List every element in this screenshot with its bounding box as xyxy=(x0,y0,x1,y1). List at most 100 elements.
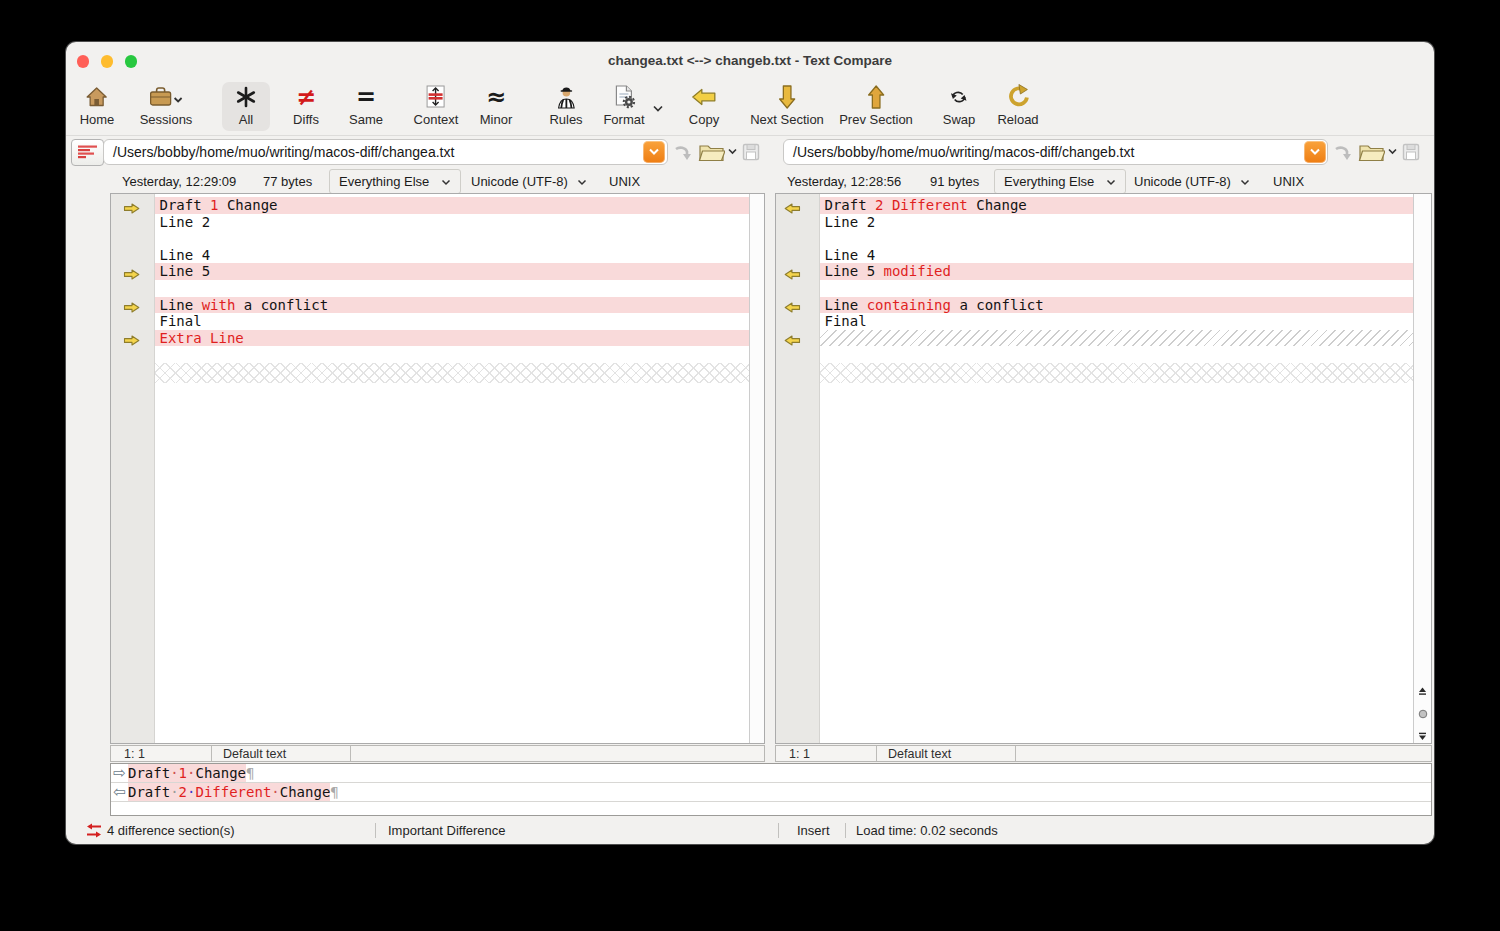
next-section-label: Next Section xyxy=(750,112,824,127)
chevron-down-icon xyxy=(441,179,451,186)
right-cursor-position: 1: 1 xyxy=(789,746,810,762)
window-title: changea.txt <--> changeb.txt - Text Comp… xyxy=(66,42,1434,78)
code-line: Line containing a conflict xyxy=(820,297,1414,314)
all-icon xyxy=(235,82,257,112)
code-line: Line 5 xyxy=(155,263,750,280)
left-encoding-dropdown[interactable]: Unicode (UTF-8) xyxy=(471,170,587,194)
scroll-to-last-diff-icon[interactable] xyxy=(1418,732,1427,741)
sessions-button[interactable]: Sessions xyxy=(140,82,193,127)
left-cursor-position: 1: 1 xyxy=(124,746,145,762)
left-line-ending: UNIX xyxy=(609,170,640,194)
format-icon xyxy=(603,82,644,112)
diffs-button[interactable]: ≠ Diffs xyxy=(293,82,319,127)
context-label: Context xyxy=(414,112,459,127)
right-path-text: /Users/bobby/home/muo/writing/macos-diff… xyxy=(793,144,1134,160)
swap-button[interactable]: Swap xyxy=(943,82,976,127)
all-label: All xyxy=(235,112,257,127)
chevron-down-icon xyxy=(1240,179,1250,186)
right-path-dropdown-button[interactable] xyxy=(1304,141,1326,163)
next-section-button[interactable]: Next Section xyxy=(750,82,824,127)
right-save-button[interactable] xyxy=(1400,141,1422,163)
next-section-icon xyxy=(750,82,824,112)
left-file-size: 77 bytes xyxy=(263,170,312,194)
folder-icon xyxy=(698,142,725,163)
left-missing-lines-hatch xyxy=(155,363,750,383)
right-browse-chevron-icon[interactable] xyxy=(1387,148,1398,156)
change-arrow-left-icon[interactable] xyxy=(784,299,801,310)
reload-button[interactable]: Reload xyxy=(997,82,1038,127)
copy-icon xyxy=(689,82,719,112)
left-path-dropdown-button[interactable] xyxy=(643,141,665,163)
detail-line: ⇨Draft·1·Change¶ xyxy=(111,764,1431,783)
sessions-label: Sessions xyxy=(140,112,193,127)
minor-label: Minor xyxy=(480,112,513,127)
curved-arrow-icon xyxy=(1333,142,1355,162)
left-path-input[interactable]: /Users/bobby/home/muo/writing/macos-diff… xyxy=(103,139,668,165)
left-ruleset-label: Everything Else xyxy=(339,174,429,189)
same-button[interactable]: = Same xyxy=(349,82,383,127)
change-arrow-right-icon[interactable] xyxy=(123,266,140,277)
right-scrollbar[interactable] xyxy=(1413,194,1431,743)
right-ruleset-label: Everything Else xyxy=(1004,174,1094,189)
left-file-pane[interactable]: Draft 1 ChangeLine 2Line 4Line 5Line wit… xyxy=(110,193,765,744)
folder-icon xyxy=(1358,142,1385,163)
copy-button[interactable]: Copy xyxy=(689,82,719,127)
left-browse-button[interactable] xyxy=(698,141,725,163)
diffs-icon: ≠ xyxy=(293,82,319,112)
context-icon xyxy=(414,82,459,112)
home-label: Home xyxy=(80,112,115,127)
format-button[interactable]: Format xyxy=(603,82,644,127)
left-ruleset-dropdown[interactable]: Everything Else xyxy=(329,169,461,194)
right-path-input[interactable]: /Users/bobby/home/muo/writing/macos-diff… xyxy=(783,139,1328,165)
format-dropdown-chevron-icon[interactable] xyxy=(652,105,664,113)
code-line xyxy=(820,280,1414,297)
change-arrow-left-icon[interactable] xyxy=(784,200,801,211)
change-arrow-left-icon[interactable] xyxy=(784,332,801,343)
left-browse-chevron-icon[interactable] xyxy=(727,148,738,156)
right-line-ending: UNIX xyxy=(1273,170,1304,194)
left-file-modified: Yesterday, 12:29:09 xyxy=(122,170,236,194)
prev-section-button[interactable]: Prev Section xyxy=(839,82,913,127)
curved-arrow-icon xyxy=(673,142,695,162)
reload-label: Reload xyxy=(997,112,1038,127)
change-arrow-right-icon[interactable] xyxy=(123,299,140,310)
home-button[interactable]: Home xyxy=(80,82,115,127)
code-line xyxy=(820,230,1414,247)
prev-section-icon xyxy=(839,82,913,112)
prev-section-label: Prev Section xyxy=(839,112,913,127)
section-list-button[interactable] xyxy=(71,139,104,166)
rules-button[interactable]: Rules xyxy=(549,82,582,127)
scroll-to-first-diff-icon[interactable] xyxy=(1418,687,1427,696)
chevron-down-icon xyxy=(1309,148,1321,156)
right-file-pane[interactable]: Draft 2 Different ChangeLine 2Line 4Line… xyxy=(775,193,1432,744)
detail-arrow-left-icon: ⇦ xyxy=(111,783,128,801)
left-text-area[interactable]: Draft 1 ChangeLine 2Line 4Line 5Line wit… xyxy=(155,194,750,743)
left-encoding-label: Unicode (UTF-8) xyxy=(471,174,568,189)
left-swap-sides-button[interactable] xyxy=(672,141,696,163)
right-swap-sides-button[interactable] xyxy=(1332,141,1356,163)
scroll-position-icon[interactable] xyxy=(1418,709,1428,719)
change-arrow-left-icon[interactable] xyxy=(784,266,801,277)
left-save-button[interactable] xyxy=(740,141,762,163)
left-scrollbar[interactable] xyxy=(749,194,764,743)
code-line: Line 5 modified xyxy=(820,263,1414,280)
context-button[interactable]: Context xyxy=(414,82,459,127)
same-icon: = xyxy=(349,82,383,112)
code-line: Final xyxy=(820,313,1414,330)
right-text-area[interactable]: Draft 2 Different ChangeLine 2Line 4Line… xyxy=(820,194,1414,743)
right-ruleset-dropdown[interactable]: Everything Else xyxy=(994,169,1126,194)
right-browse-button[interactable] xyxy=(1358,141,1385,163)
diffs-label: Diffs xyxy=(293,112,319,127)
right-encoding-dropdown[interactable]: Unicode (UTF-8) xyxy=(1134,170,1250,194)
all-button[interactable]: All xyxy=(235,82,257,127)
code-line: Draft 2 Different Change xyxy=(820,197,1414,214)
minor-button[interactable]: ≈ Minor xyxy=(480,82,513,127)
left-gutter xyxy=(111,194,155,743)
status-importance: Important Difference xyxy=(388,816,506,844)
status-insert-mode: Insert xyxy=(797,816,830,844)
change-arrow-right-icon[interactable] xyxy=(123,332,140,343)
format-label: Format xyxy=(603,112,644,127)
save-icon xyxy=(1401,142,1421,162)
change-arrow-right-icon[interactable] xyxy=(123,200,140,211)
code-line: Final xyxy=(155,313,750,330)
